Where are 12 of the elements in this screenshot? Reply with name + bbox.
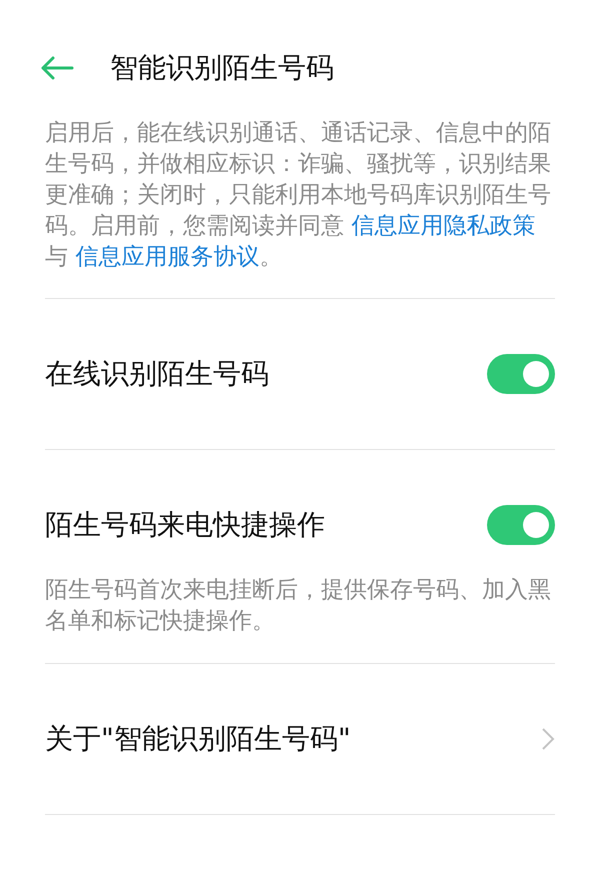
policy-link[interactable]: 信息应用隐私政策 xyxy=(351,213,536,239)
chevron-right-icon xyxy=(541,727,555,751)
setting-label: 关于"智能识别陌生号码" xyxy=(45,721,351,757)
toggle-switch[interactable] xyxy=(487,505,555,545)
page-title: 智能识别陌生号码 xyxy=(110,50,334,86)
setting-label: 陌生号码来电快捷操作 xyxy=(45,507,325,543)
toggle-switch[interactable] xyxy=(487,354,555,394)
setting-label: 在线识别陌生号码 xyxy=(45,356,269,392)
policy-link[interactable]: 信息应用服务协议 xyxy=(75,244,260,270)
description-text: 启用后，能在线识别通话、通话记录、信息中的陌生号码，并做相应标识：诈骗、骚扰等，识别结果更准确；关闭时，只能利用本地号码库识别陌生号码。启用前，您需阅读并同意 信息应用隐私政策 与 信息应用服务协议。 xyxy=(45,119,552,272)
back-arrow-icon xyxy=(40,56,74,80)
setting-description: 陌生号码首次来电挂断后，提供保存号码、加入黑名单和标记快捷操作。 xyxy=(45,576,552,636)
